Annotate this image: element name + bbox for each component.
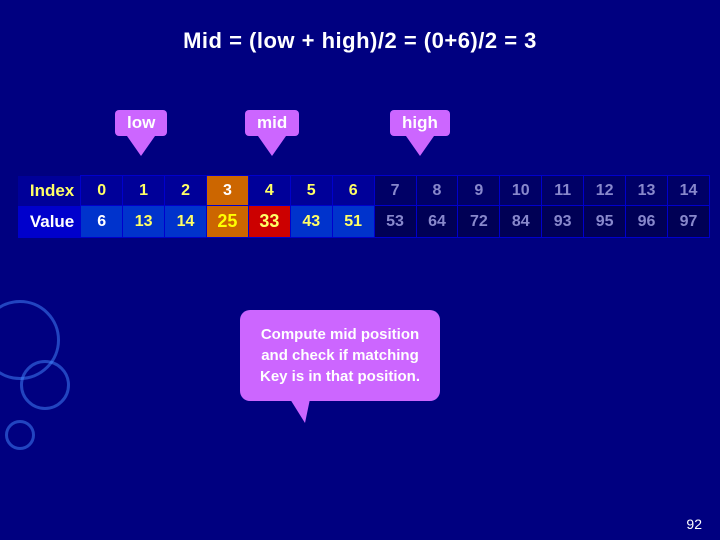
index-cell-4: 4 bbox=[248, 176, 290, 206]
value-cell-0: 6 bbox=[81, 206, 123, 238]
index-cell-11: 11 bbox=[542, 176, 584, 206]
value-cell-6: 51 bbox=[332, 206, 374, 238]
mid-arrow-label: mid bbox=[245, 110, 299, 156]
low-label: low bbox=[115, 110, 167, 136]
value-cell-10: 84 bbox=[500, 206, 542, 238]
callout-bubble: Compute mid position and check if matchi… bbox=[240, 310, 440, 401]
low-down-arrow bbox=[127, 136, 155, 156]
value-cell-5: 43 bbox=[290, 206, 332, 238]
value-cell-1: 13 bbox=[123, 206, 165, 238]
index-cell-3: 3 bbox=[206, 176, 248, 206]
page-number: 92 bbox=[686, 516, 702, 532]
index-cell-14: 14 bbox=[667, 176, 709, 206]
value-cell-4: 33 bbox=[248, 206, 290, 238]
value-label: Value bbox=[18, 206, 81, 238]
deco-circle-2 bbox=[20, 360, 70, 410]
value-cell-7: 53 bbox=[374, 206, 416, 238]
value-cell-13: 96 bbox=[626, 206, 668, 238]
value-cell-2: 14 bbox=[165, 206, 207, 238]
value-cell-3: 25 bbox=[206, 206, 248, 238]
value-cell-8: 64 bbox=[416, 206, 458, 238]
index-row: Index 0 1 2 3 4 5 6 7 8 9 10 11 12 13 14 bbox=[18, 176, 710, 206]
index-cell-1: 1 bbox=[123, 176, 165, 206]
index-cell-8: 8 bbox=[416, 176, 458, 206]
high-down-arrow bbox=[406, 136, 434, 156]
slide-title: Mid = (low + high)/2 = (0+6)/2 = 3 bbox=[0, 0, 720, 54]
index-cell-7: 7 bbox=[374, 176, 416, 206]
value-cell-9: 72 bbox=[458, 206, 500, 238]
index-cell-0: 0 bbox=[81, 176, 123, 206]
value-cell-14: 97 bbox=[667, 206, 709, 238]
index-cell-9: 9 bbox=[458, 176, 500, 206]
value-row: Value 6 13 14 25 33 43 51 53 64 72 84 93… bbox=[18, 206, 710, 238]
index-label: Index bbox=[18, 176, 81, 206]
index-cell-10: 10 bbox=[500, 176, 542, 206]
slide: Mid = (low + high)/2 = (0+6)/2 = 3 low m… bbox=[0, 0, 720, 540]
deco-circle-3 bbox=[5, 420, 35, 450]
index-cell-12: 12 bbox=[584, 176, 626, 206]
index-cell-13: 13 bbox=[626, 176, 668, 206]
value-cell-11: 93 bbox=[542, 206, 584, 238]
index-cell-6: 6 bbox=[332, 176, 374, 206]
low-arrow-label: low bbox=[115, 110, 167, 156]
mid-label: mid bbox=[245, 110, 299, 136]
high-arrow-label: high bbox=[390, 110, 450, 156]
arrows-row: low mid high bbox=[50, 110, 720, 170]
value-cell-12: 95 bbox=[584, 206, 626, 238]
index-cell-2: 2 bbox=[165, 176, 207, 206]
mid-down-arrow bbox=[258, 136, 286, 156]
index-cell-5: 5 bbox=[290, 176, 332, 206]
high-label: high bbox=[390, 110, 450, 136]
array-table: Index 0 1 2 3 4 5 6 7 8 9 10 11 12 13 14… bbox=[18, 175, 710, 238]
